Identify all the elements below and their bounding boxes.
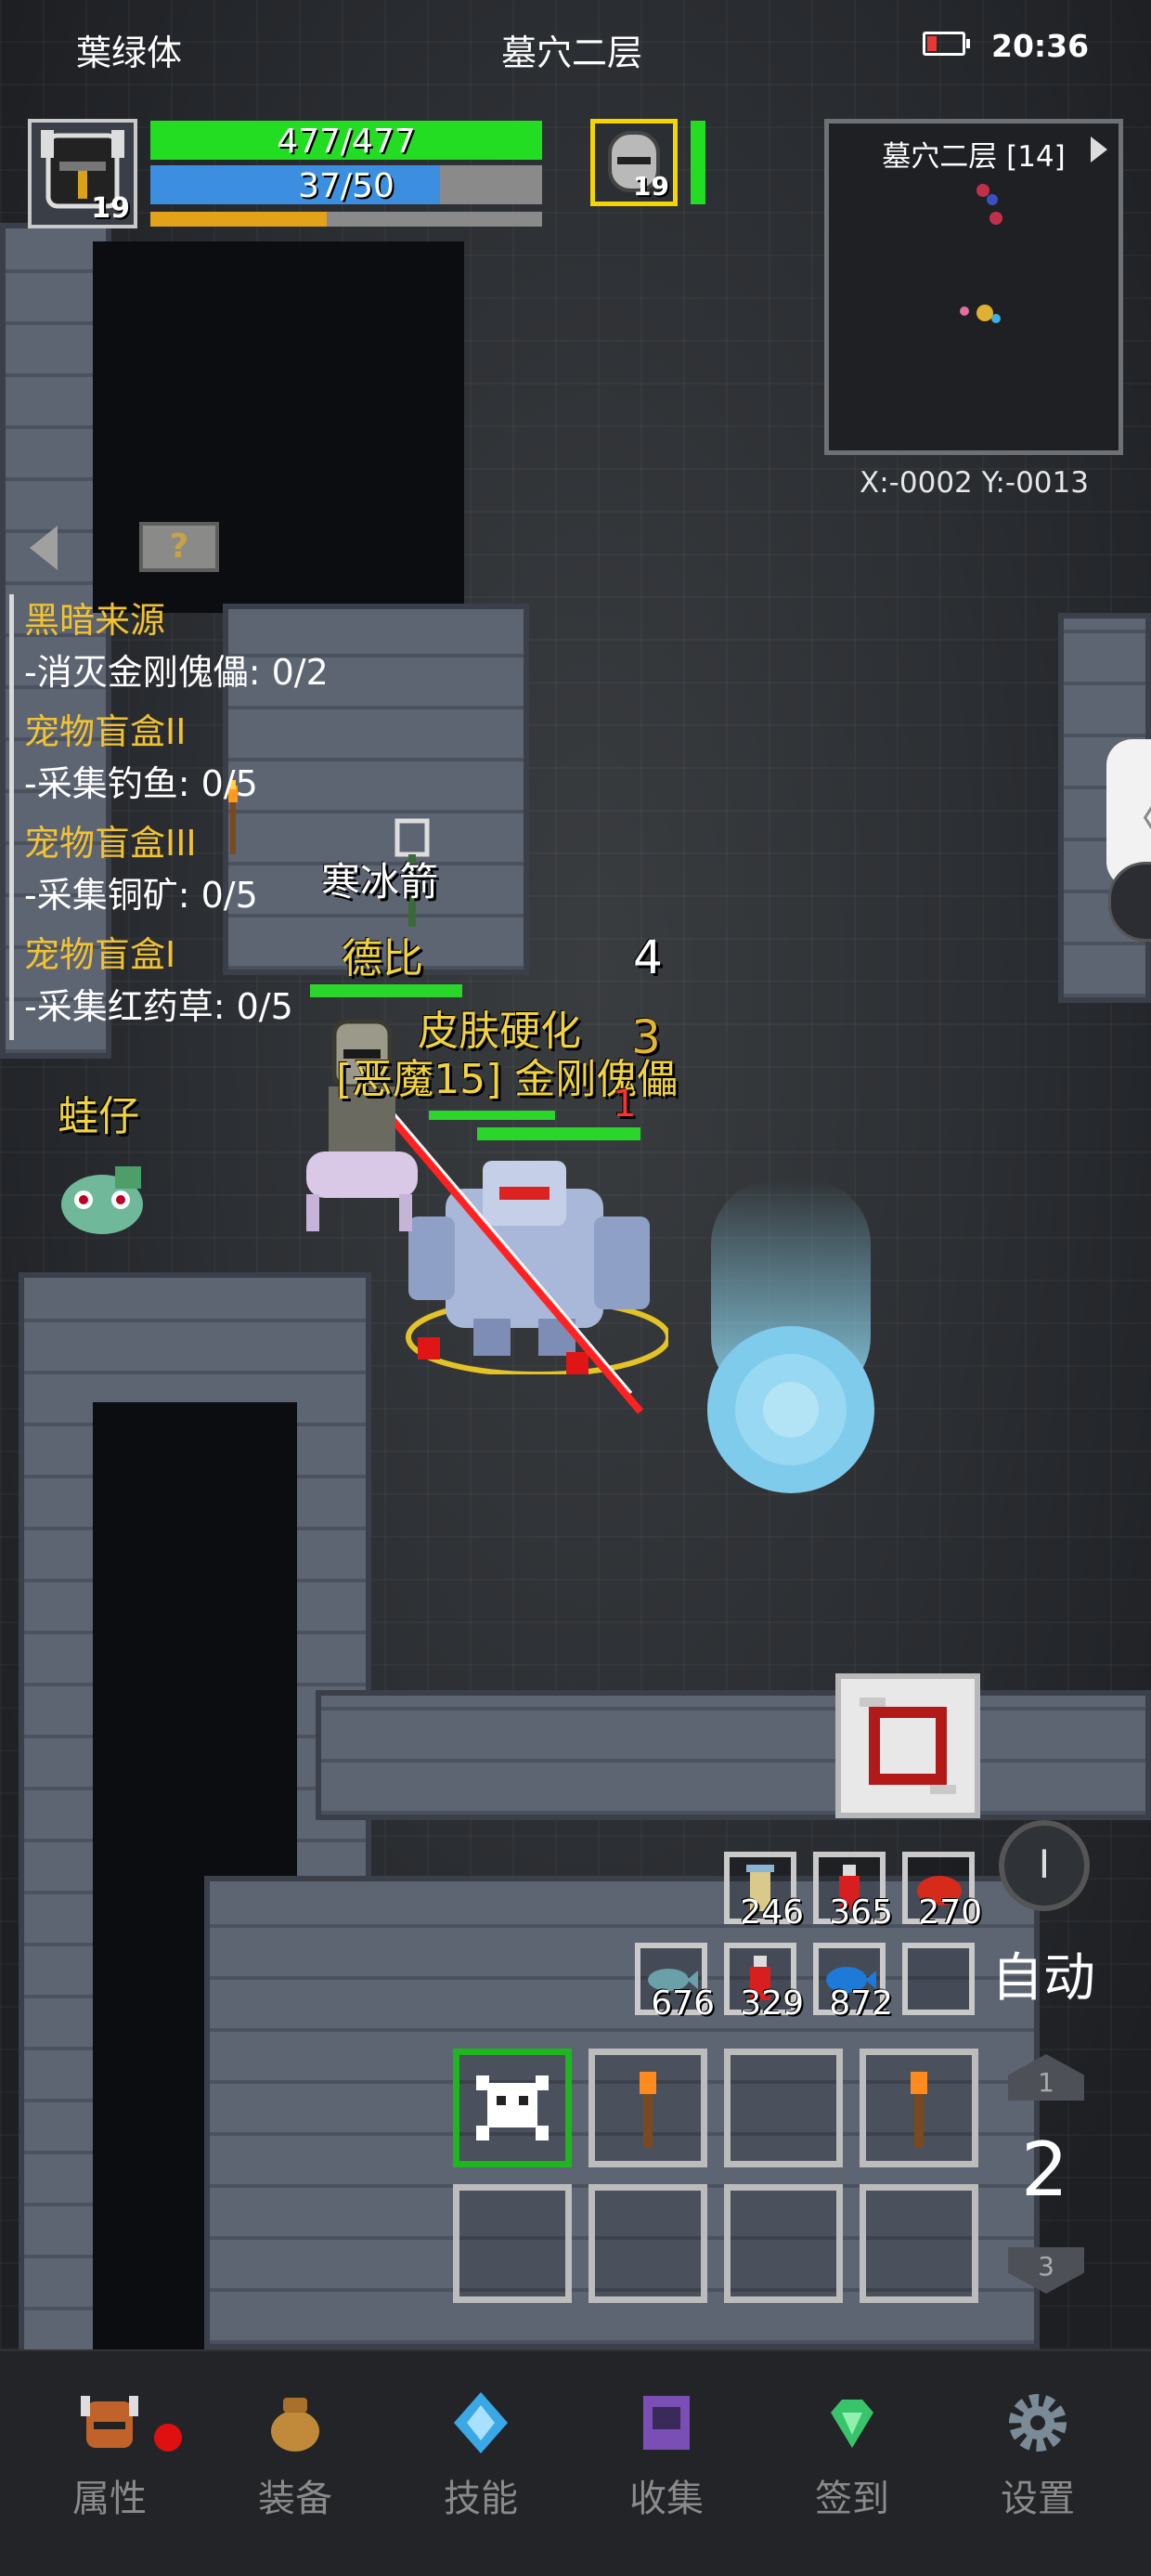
quest-title: 宠物盲盒II	[24, 711, 187, 752]
consumable-slot[interactable]: 329	[724, 1943, 804, 2023]
claw-skill-icon	[476, 2075, 549, 2140]
item-count: 676	[651, 1984, 715, 2023]
nav-label: 收集	[629, 2478, 704, 2520]
clock: 20:36	[991, 28, 1090, 64]
quest-panel-divider	[9, 594, 14, 1040]
damage-number: 4	[633, 930, 663, 984]
nav-label: 签到	[815, 2478, 889, 2520]
frog-pet[interactable]	[56, 1153, 149, 1237]
minimap[interactable]: 墓穴二层 [14]	[824, 119, 1123, 455]
quest-title: 宠物盲盒I	[24, 934, 176, 975]
quest-entry[interactable]: 宠物盲盒I -采集红药草: 0/5	[9, 929, 381, 1040]
damage-number: 1	[613, 1083, 637, 1125]
help-button[interactable]: ?	[139, 522, 219, 572]
bag-icon	[271, 2398, 319, 2452]
switch-target-button[interactable]: I	[999, 1820, 1090, 1911]
nav-collection[interactable]: 收集	[574, 2388, 759, 2522]
nav-settings[interactable]: 设置	[945, 2388, 1131, 2522]
player-level: 19	[91, 192, 130, 225]
auto-battle-button[interactable]: 自动	[991, 1936, 1095, 2011]
player-coordinates: X:-0002 Y:-0013	[860, 466, 1089, 500]
quest-task: -消灭金刚傀儡: 0/2	[24, 652, 329, 693]
minimap-markers	[960, 184, 1002, 323]
enemy-health-bar	[477, 1127, 640, 1140]
nav-skills[interactable]: 技能	[388, 2388, 574, 2522]
page-number-up: 1	[1038, 2067, 1054, 2098]
quest-entry[interactable]: 宠物盲盒II -采集钓鱼: 0/5	[9, 706, 381, 817]
quest-entry[interactable]: 黑暗来源 -消灭金刚傀儡: 0/2	[9, 594, 381, 706]
nav-checkin[interactable]: 签到	[759, 2388, 945, 2522]
skill-slot[interactable]	[588, 2049, 707, 2167]
skill-page-current: 2	[1021, 2127, 1068, 2213]
item-count: 246	[740, 1893, 804, 1932]
exp-bar	[150, 212, 542, 227]
chevron-left-icon: 〈	[1119, 786, 1151, 845]
portal-icon[interactable]	[705, 1179, 876, 1495]
quest-tracker[interactable]: 黑暗来源 -消灭金刚傀儡: 0/2 宠物盲盒II -采集钓鱼: 0/5 宠物盲盒…	[9, 594, 381, 1040]
quest-task: -采集红药草: 0/5	[24, 986, 293, 1027]
consumable-slot-empty[interactable]	[902, 1943, 975, 2015]
item-count: 872	[829, 1984, 893, 2023]
item-count: 270	[918, 1893, 982, 1932]
status-map-name: 墓穴二层	[501, 33, 643, 73]
nav-label: 技能	[444, 2478, 518, 2520]
hp-bar: 477/477	[150, 121, 542, 161]
notification-badge	[154, 2424, 182, 2452]
skill-slot[interactable]	[453, 2049, 572, 2167]
page-number-down: 3	[1038, 2251, 1054, 2282]
attack-target-button[interactable]	[835, 1673, 980, 1818]
hp-text: 477/477	[277, 123, 416, 161]
consumable-slot[interactable]: 676	[635, 1943, 715, 2023]
bottom-nav: 属性 装备 技能 收集 签到 设置	[0, 2349, 1151, 2576]
item-count: 329	[740, 1984, 804, 2023]
pet-name-label: 蛙仔	[58, 1093, 139, 1140]
nav-label: 设置	[1001, 2478, 1075, 2520]
helmet-icon	[81, 2396, 138, 2448]
collapse-quest-arrow-icon[interactable]	[30, 526, 58, 570]
quest-task: -采集钓鱼: 0/5	[24, 763, 258, 804]
torch-icon	[640, 2072, 656, 2148]
mp-text: 37/50	[298, 167, 394, 205]
skill-slot-empty[interactable]	[724, 2049, 843, 2167]
pet-portrait[interactable]: 19	[590, 119, 678, 206]
quest-title: 宠物盲盒III	[24, 823, 197, 864]
target-frame-icon	[860, 1698, 956, 1794]
nav-label: 属性	[72, 2478, 147, 2520]
stone-wall-ledge	[316, 1690, 1151, 1820]
gear-icon	[1009, 2394, 1067, 2452]
damage-number: 3	[631, 1010, 661, 1064]
nav-attributes[interactable]: 属性	[17, 2388, 202, 2522]
skill-slot-empty[interactable]	[860, 2184, 978, 2303]
nav-label: 装备	[258, 2478, 332, 2520]
crystal-icon	[454, 2392, 508, 2453]
consumable-slot[interactable]: 365	[813, 1852, 893, 1932]
skill-slot-empty[interactable]	[724, 2184, 843, 2303]
player-scene-health-bar	[429, 1111, 555, 1120]
pet-hp-bar	[691, 121, 705, 204]
mp-bar: 37/50	[150, 165, 542, 205]
skill-slot-empty[interactable]	[588, 2184, 707, 2303]
quest-title: 黑暗来源	[24, 600, 166, 641]
gem-icon	[831, 2400, 873, 2448]
skill-slot-empty[interactable]	[453, 2184, 572, 2303]
torch-icon	[911, 2072, 927, 2148]
consumable-slot[interactable]: 246	[724, 1852, 804, 1932]
battery-icon	[923, 32, 970, 56]
quest-task: -采集铜矿: 0/5	[24, 875, 258, 916]
pet-level: 19	[633, 171, 669, 202]
consumable-slot[interactable]: 270	[902, 1852, 982, 1932]
player-portrait[interactable]: 19	[28, 119, 137, 228]
status-left-text: 葉绿体	[76, 33, 183, 73]
book-icon	[643, 2396, 690, 2450]
nav-equipment[interactable]: 装备	[202, 2388, 388, 2522]
item-count: 365	[829, 1893, 893, 1932]
consumable-slot[interactable]: 872	[813, 1943, 893, 2023]
quest-entry[interactable]: 宠物盲盒III -采集铜矿: 0/5	[9, 817, 381, 929]
skill-slot[interactable]	[860, 2049, 978, 2167]
